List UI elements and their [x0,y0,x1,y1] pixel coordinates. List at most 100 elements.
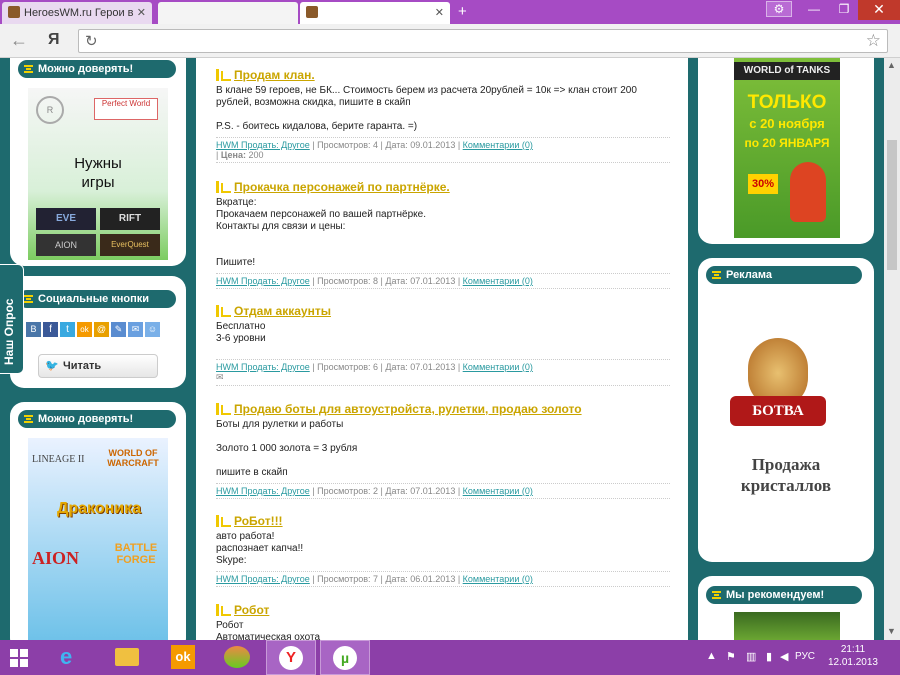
post-title-link[interactable]: Прокачка персонажей по партнёрке. [216,180,450,194]
post-item: Продам клан. В клане 59 героев, не БК...… [216,68,670,163]
vk-icon[interactable]: В [26,322,41,337]
tab-blank[interactable] [158,2,298,24]
taskbar-explorer[interactable] [102,640,152,675]
taskbar-utorrent[interactable]: µ [320,640,370,675]
poll-side-tab[interactable]: Наш Опрос [0,264,24,374]
poll-tab-label: Наш Опрос [2,298,16,365]
flag-icon[interactable]: ⚑ [726,650,736,663]
reload-icon[interactable]: ↻ [85,32,98,50]
category-link[interactable]: HWM Продать: Другое [216,486,310,496]
comments-link[interactable]: Комментарии (0) [463,362,533,372]
system-clock[interactable]: 21:11 12.01.2013 [828,643,878,669]
network-icon[interactable]: ▥ [746,650,756,663]
views-count: Просмотров: 7 [317,574,378,584]
site-favicon-icon [8,6,20,18]
scroll-thumb[interactable] [887,140,897,270]
yandex-logo-icon[interactable]: Я [48,31,60,49]
back-arrow-icon[interactable]: ← [10,30,28,51]
panel-title: Можно доверять! [18,410,176,428]
bookmark-star-icon[interactable]: ☆ [866,31,881,51]
twitter-icon[interactable]: t [60,322,75,337]
post-title-link[interactable]: Продаю боты для автоустройста, рулетки, … [216,402,582,416]
tab-heroeswm[interactable]: HeroesWM.ru Герои в ✕ [2,2,152,24]
views-count: Просмотров: 4 [317,140,378,150]
banner-logo-pw: R [36,96,64,124]
language-indicator[interactable]: РУС [795,651,815,662]
banner-text: Нужны игры [74,155,122,191]
envelope-icon[interactable]: ✉ [216,372,224,382]
close-tab-icon[interactable]: ✕ [137,2,146,24]
start-button[interactable] [0,640,44,675]
post-title-link[interactable]: Робот [216,603,269,617]
post-meta: HWM Продать: Другое | Просмотров: 2 | Да… [216,483,670,499]
comments-link[interactable]: Комментарии (0) [463,574,533,584]
close-tab-icon[interactable]: ✕ [435,2,444,24]
comments-link[interactable]: Комментарии (0) [463,140,533,150]
comments-link[interactable]: Комментарии (0) [463,486,533,496]
taskbar-ie[interactable]: e [46,640,96,675]
scroll-down-icon[interactable]: ▼ [887,626,896,636]
tab-label: HeroesWM.ru Герои в [24,7,134,19]
post-item: Отдам аккаунты Бесплатно 3-6 уровни HWM … [216,304,670,386]
tab-active[interactable]: ✕ [300,2,450,24]
livejournal-icon[interactable]: ✎ [111,322,126,337]
tray-expand-icon[interactable]: ▲ [706,650,717,662]
category-link[interactable]: HWM Продать: Другое [216,140,310,150]
windows-logo-icon [10,649,28,667]
post-title-link[interactable]: Отдам аккаунты [216,304,331,318]
mmo-games-banner[interactable]: LINEAGE II WORLD OF WARCRAFT Драконика A… [28,438,168,640]
post-body: Боты для рулетки и работы Золото 1 000 з… [216,419,358,478]
category-link[interactable]: HWM Продать: Другое [216,362,310,372]
scroll-up-icon[interactable]: ▲ [887,60,896,70]
signal-icon[interactable]: ▮ [766,650,772,663]
volume-icon[interactable]: ◀ [780,650,788,663]
twitter-follow-button[interactable]: 🐦 Читать [38,354,158,378]
wot-banner[interactable]: WORLD of TANKS ТОЛЬКО с 20 ноября по 20 … [734,58,840,238]
panel-header-icon [712,591,721,599]
botva-logo: БОТВА [730,396,826,426]
comments-link[interactable]: Комментарии (0) [463,276,533,286]
ok-icon: ok [171,645,195,669]
wot-line1: ТОЛЬКО [747,92,827,113]
post-title-link[interactable]: Продам клан. [216,68,315,82]
url-input[interactable]: ↻ ☆ [78,29,888,53]
botva-ad-image[interactable]: БОТВА [722,338,834,438]
taskbar-odnoklassniki[interactable]: ok [158,640,208,675]
posts-list: Продам клан. В клане 59 героев, не БК...… [196,58,688,640]
panel-header-icon [712,271,721,279]
wot-logo: WORLD of TANKS [734,62,840,80]
price-value: 200 [248,150,264,160]
web-page: Можно доверять! R Perfect World Нужны иг… [0,58,900,640]
mailru-icon[interactable]: @ [94,322,109,337]
settings-gear-icon[interactable]: ⚙ [766,1,792,17]
panel-title: Можно доверять! [18,60,176,78]
odnoklassniki-icon[interactable]: ok [77,322,92,337]
aion-game-logo: AION [32,548,80,568]
games-banner[interactable]: R Perfect World Нужны игры EVE RIFT AION… [28,88,168,260]
facebook-icon[interactable]: f [43,322,58,337]
new-tab-button[interactable]: + [458,3,467,20]
page-scrollbar[interactable]: ▲ ▼ [884,58,900,640]
warcraft-logo: WORLD OF WARCRAFT [107,448,159,468]
post-item: Продаю боты для автоустройста, рулетки, … [216,402,670,499]
email-share-icon[interactable]: ✉ [128,322,143,337]
close-window-button[interactable]: ✕ [858,0,900,20]
browser-titlebar: HeroesWM.ru Герои в ✕ ✕ + ⚙ — ❐ ✕ [0,0,900,24]
category-link[interactable]: HWM Продать: Другое [216,276,310,286]
maximize-button[interactable]: ❐ [830,0,858,20]
views-count: Просмотров: 8 [317,276,378,286]
post-date: Дата: 09.01.2013 [385,140,456,150]
recommend-banner[interactable] [734,612,840,640]
post-date: Дата: 07.01.2013 [385,362,456,372]
minimize-button[interactable]: — [800,0,828,20]
post-date: Дата: 06.01.2013 [385,574,456,584]
category-link[interactable]: HWM Продать: Другое [216,574,310,584]
more-share-icon[interactable]: ☺ [145,322,160,337]
panel-title: Социальные кнопки [18,290,176,308]
taskbar-app[interactable] [212,640,262,675]
clock-date: 12.01.2013 [827,657,878,668]
post-title-link[interactable]: РоБот!!! [216,514,283,528]
social-icons-row: В f t ok @ ✎ ✉ ☺ [26,322,160,338]
app-icon [224,646,250,668]
taskbar-yandex-browser[interactable]: Y [266,640,316,675]
